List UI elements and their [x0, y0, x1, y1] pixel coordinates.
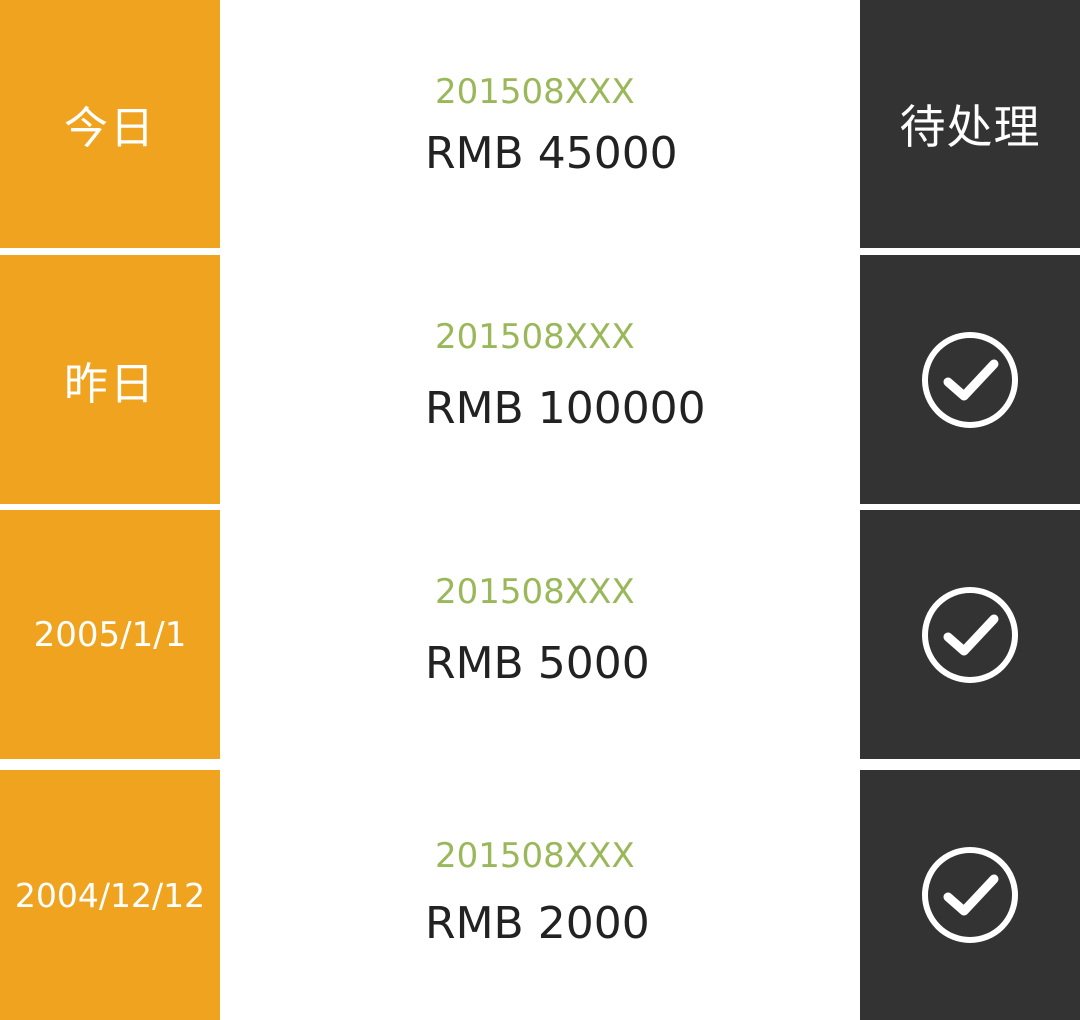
date-label: 昨日 [0, 255, 220, 504]
date-label: 2004/12/12 [0, 770, 220, 1020]
status-cell[interactable] [860, 770, 1080, 1020]
order-amount: RMB 2000 [425, 898, 650, 949]
list-item[interactable]: 2004/12/12 201508XXX RMB 2000 [0, 770, 1080, 1020]
order-amount: RMB 100000 [425, 383, 706, 434]
order-id: 201508XXX [435, 836, 635, 876]
status-cell[interactable] [860, 255, 1080, 504]
list-item[interactable]: 昨日 201508XXX RMB 100000 [0, 255, 1080, 504]
check-circle-icon [922, 586, 1018, 683]
check-circle-icon [922, 847, 1018, 943]
order-info: 201508XXX RMB 2000 [220, 770, 860, 1020]
status-pending-label: 待处理 [899, 100, 1041, 154]
order-list: 今日 201508XXX RMB 45000 待处理 昨日 201508XXX … [0, 0, 1080, 1020]
list-item[interactable]: 今日 201508XXX RMB 45000 待处理 [0, 0, 1080, 248]
status-cell[interactable] [860, 510, 1080, 759]
order-amount: RMB 5000 [425, 638, 650, 689]
status-cell[interactable]: 待处理 [860, 0, 1080, 248]
order-info: 201508XXX RMB 100000 [220, 255, 860, 504]
date-label: 今日 [0, 0, 220, 248]
order-id: 201508XXX [435, 72, 635, 112]
order-id: 201508XXX [435, 317, 635, 357]
order-amount: RMB 45000 [425, 128, 678, 179]
order-info: 201508XXX RMB 45000 [220, 0, 860, 248]
order-id: 201508XXX [435, 572, 635, 612]
date-label: 2005/1/1 [0, 510, 220, 759]
check-circle-icon [922, 331, 1018, 428]
list-item[interactable]: 2005/1/1 201508XXX RMB 5000 [0, 510, 1080, 759]
order-info: 201508XXX RMB 5000 [220, 510, 860, 759]
